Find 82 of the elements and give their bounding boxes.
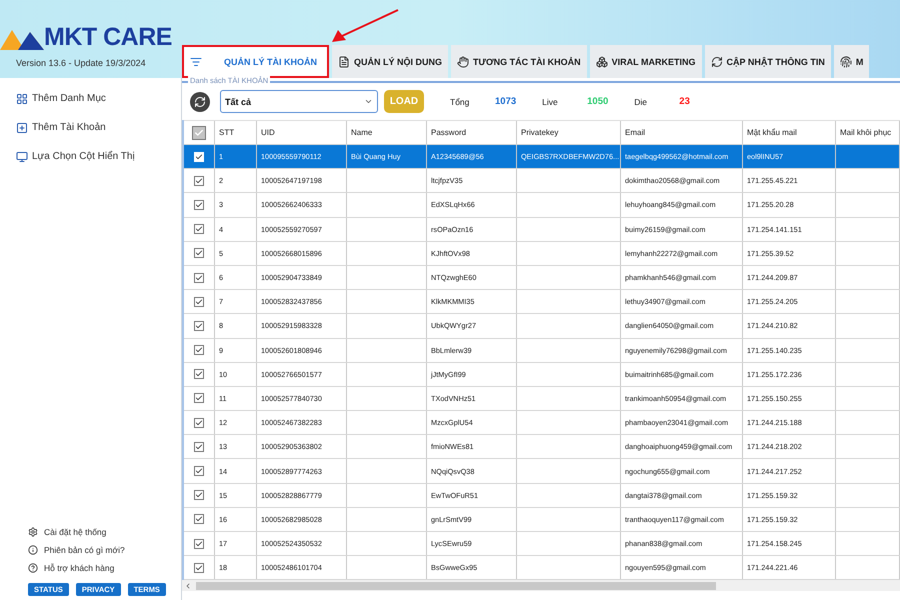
row-checkbox[interactable] — [194, 466, 204, 476]
check-icon — [195, 394, 203, 402]
stat-label: Live — [542, 96, 559, 106]
column-header[interactable]: Email — [621, 121, 743, 144]
check-icon — [195, 515, 203, 524]
check-icon — [195, 322, 203, 330]
sidebar-link[interactable]: Hỗ trợ khách hàng — [28, 561, 181, 575]
row-checkbox[interactable] — [194, 418, 204, 428]
check-icon — [195, 225, 203, 234]
column-header[interactable]: Mail khôi phục — [836, 121, 900, 144]
column-header[interactable]: Mật khẩu mail — [743, 121, 836, 144]
row-checkbox[interactable] — [194, 345, 204, 356]
check-icon — [195, 564, 203, 572]
stat-label: Die — [634, 96, 648, 106]
tab[interactable]: CẬP NHẬT THÔNG TIN — [704, 45, 831, 78]
fingerprint-icon — [840, 56, 852, 68]
refresh-button[interactable] — [190, 92, 210, 112]
row-checkbox[interactable] — [194, 393, 204, 404]
check-icon — [195, 200, 203, 209]
stat-value: 1073 — [495, 96, 516, 107]
monitor-icon — [16, 150, 28, 162]
tab[interactable]: VIRAL MARKETING — [590, 45, 702, 78]
row-checkbox[interactable] — [194, 224, 204, 234]
column-header[interactable]: Privatekey — [517, 121, 621, 144]
refresh-icon — [194, 96, 206, 108]
tab[interactable]: QUẢN LÝ NỘI DUNG — [332, 45, 448, 78]
horizontal-scrollbar[interactable] — [182, 580, 900, 592]
row-checkbox[interactable] — [194, 296, 204, 307]
caret-icon — [364, 97, 373, 106]
row-checkbox[interactable] — [194, 514, 204, 524]
column-header[interactable]: Name — [347, 121, 427, 144]
check-icon — [195, 418, 203, 427]
row-checkbox[interactable] — [194, 176, 204, 186]
tab[interactable]: TƯƠNG TÁC TÀI KHOẢN — [451, 45, 587, 78]
row-checkbox[interactable] — [194, 369, 204, 380]
check-icon — [195, 370, 203, 378]
check-icon — [195, 491, 203, 500]
hand-icon — [457, 56, 470, 68]
list-icon — [190, 56, 202, 68]
row-checkbox[interactable] — [194, 442, 204, 452]
version-text: Version 13.6 - Update 19/3/2024 — [16, 58, 147, 68]
help-icon — [28, 563, 38, 573]
select-all-checkbox[interactable] — [192, 126, 206, 140]
row-checkbox[interactable] — [194, 248, 204, 258]
row-checkbox[interactable] — [194, 538, 204, 549]
check-icon — [195, 540, 203, 548]
check-icon — [195, 298, 203, 306]
check-icon — [195, 467, 203, 476]
column-header[interactable]: UID — [257, 121, 347, 144]
sidebar-link[interactable]: Cài đặt hệ thống — [28, 525, 181, 539]
check-icon — [195, 346, 203, 354]
tab[interactable]: M — [834, 45, 870, 78]
sidebar-item[interactable]: Lựa Chọn Cột Hiển Thị — [16, 148, 181, 165]
check-icon — [195, 274, 203, 282]
check-icon — [195, 249, 203, 258]
document-icon — [338, 56, 350, 68]
check-icon — [195, 152, 203, 161]
row-checkbox[interactable] — [194, 272, 204, 283]
tab[interactable]: QUẢN LÝ TÀI KHOẢN — [182, 45, 329, 78]
check-icon — [195, 176, 203, 185]
logo-text: MKT CARE — [44, 23, 172, 52]
filter-dropdown[interactable]: Tất cả — [220, 90, 378, 113]
row-checkbox[interactable] — [194, 200, 204, 210]
check-icon — [194, 128, 204, 138]
settings-icon — [28, 527, 38, 537]
column-header[interactable]: STT — [215, 121, 257, 144]
add-icon — [16, 122, 28, 134]
row-checkbox[interactable] — [194, 562, 204, 573]
check-icon — [195, 442, 203, 451]
annotation-arrow — [330, 8, 400, 44]
column-header[interactable]: Password — [427, 121, 517, 144]
info-icon — [28, 545, 38, 555]
sidebar-link[interactable]: Phiên bản có gì mới? — [28, 543, 181, 557]
stat-value: 1050 — [587, 96, 608, 107]
stat-label: Tổng — [450, 96, 470, 106]
sidebar-item[interactable]: Thêm Tài Khoản — [16, 119, 181, 136]
scroll-left-icon[interactable] — [184, 582, 192, 590]
row-checkbox[interactable] — [194, 320, 204, 331]
sidebar-item[interactable]: Thêm Danh Mục — [16, 90, 181, 107]
stat-value: 23 — [679, 96, 690, 107]
row-checkbox[interactable] — [194, 490, 204, 500]
refresh-icon — [710, 56, 722, 68]
